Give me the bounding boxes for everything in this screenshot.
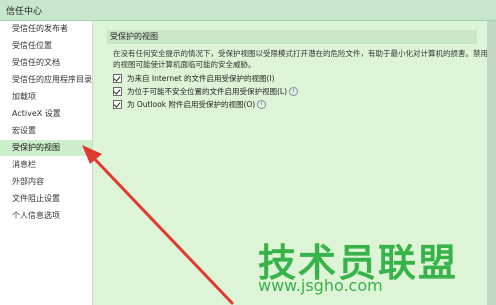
arrow-shaft [86, 150, 234, 305]
arrow-head [82, 145, 102, 164]
watermark-url: www.jsgho.com [258, 276, 383, 295]
